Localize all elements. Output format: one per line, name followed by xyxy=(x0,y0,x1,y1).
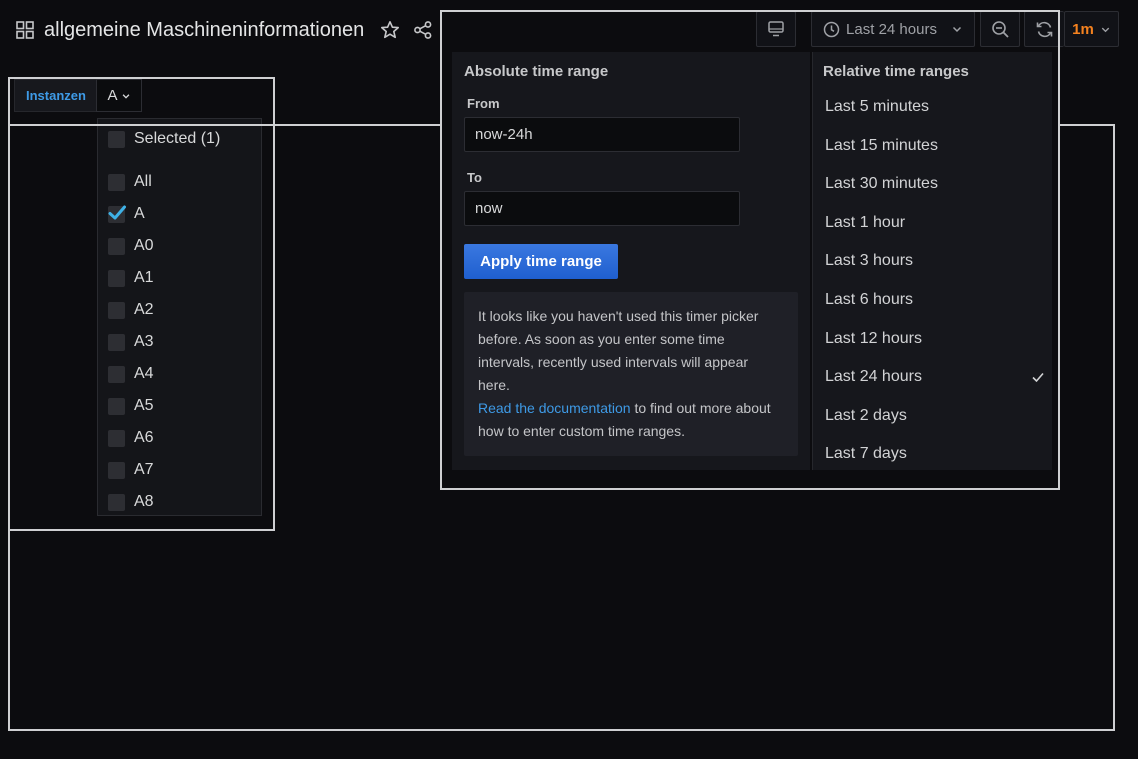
refresh-button[interactable] xyxy=(1024,11,1064,47)
relative-range-label: Last 24 hours xyxy=(825,368,922,386)
checkbox[interactable] xyxy=(108,301,125,319)
relative-range-label: Last 1 hour xyxy=(825,213,906,231)
variable-option-label: A6 xyxy=(134,429,154,446)
variable-option-label: A xyxy=(134,205,145,222)
info-text-line: before. As soon as you enter some time xyxy=(478,331,725,347)
dashboard-header: allgemeine Maschineninformationen xyxy=(16,17,364,43)
relative-range-option[interactable]: Last 24 hours xyxy=(825,365,1045,389)
chevron-down-icon xyxy=(952,26,961,33)
info-text-line: here. xyxy=(478,377,510,393)
variable-option[interactable]: A7 xyxy=(108,458,154,482)
relative-range-option[interactable]: Last 7 days xyxy=(825,442,1045,466)
time-range-button[interactable]: Last 24 hours xyxy=(811,11,975,47)
relative-range-option[interactable]: Last 1 hour xyxy=(825,211,1045,235)
clock-icon xyxy=(823,21,840,37)
variable-option[interactable]: A2 xyxy=(108,298,154,322)
variable-option[interactable]: A1 xyxy=(108,266,154,290)
variable-option[interactable]: A xyxy=(108,202,145,226)
checkbox[interactable] xyxy=(108,205,126,223)
dashboard-title[interactable]: allgemeine Maschineninformationen xyxy=(44,19,364,42)
variable-label: Instanzen xyxy=(14,79,98,112)
selected-count-option[interactable]: Selected (1) xyxy=(108,127,220,151)
panel-outline-top xyxy=(1059,124,1115,126)
to-label: To xyxy=(467,170,482,185)
variable-option[interactable]: A6 xyxy=(108,426,154,450)
variable-option[interactable]: All xyxy=(108,170,152,194)
relative-time-ranges-heading: Relative time ranges xyxy=(823,63,969,80)
refresh-icon xyxy=(1036,21,1053,37)
variable-select[interactable]: A xyxy=(96,79,142,112)
zoom-out-button[interactable] xyxy=(980,11,1020,47)
variable-option-label: A5 xyxy=(134,397,154,414)
relative-range-label: Last 7 days xyxy=(825,445,907,463)
time-range-label: Last 24 hours xyxy=(846,20,937,38)
share-icon[interactable] xyxy=(413,20,433,40)
relative-range-label: Last 12 hours xyxy=(825,329,922,347)
star-icon[interactable] xyxy=(380,20,400,40)
time-picker-info-box: It looks like you haven't used this time… xyxy=(464,292,798,456)
variable-option-label: A1 xyxy=(134,269,154,286)
variable-option-label: A7 xyxy=(134,461,154,478)
variable-option[interactable]: A3 xyxy=(108,330,154,354)
info-text-line: intervals, recently used intervals will … xyxy=(478,354,749,370)
checkbox[interactable] xyxy=(108,365,125,383)
checkbox[interactable] xyxy=(108,429,125,447)
variable-current-value: A xyxy=(107,87,118,104)
variable-option[interactable]: A8 xyxy=(108,490,154,514)
variable-option-label: All xyxy=(134,173,152,190)
variable-option-label: A8 xyxy=(134,493,154,510)
checkbox[interactable] xyxy=(108,237,125,255)
chevron-down-icon xyxy=(122,93,129,99)
zoom-out-icon xyxy=(991,20,1009,38)
relative-range-option[interactable]: Last 30 minutes xyxy=(825,172,1045,196)
tv-icon xyxy=(768,21,784,37)
from-label: From xyxy=(467,96,500,111)
checkbox[interactable] xyxy=(108,173,125,191)
documentation-link[interactable]: Read the documentation xyxy=(478,400,631,416)
variable-option-label: A2 xyxy=(134,301,154,318)
relative-range-option[interactable]: Last 2 days xyxy=(825,404,1045,428)
tv-mode-button[interactable] xyxy=(756,11,796,47)
variable-dropdown: Selected (1) All A A0 A1 A2 A3 A4 A5 A6 A7 A8 xyxy=(97,118,262,516)
variable-option[interactable]: A4 xyxy=(108,362,154,386)
info-text-line: It looks like you haven't used this time… xyxy=(478,308,759,324)
variable-option[interactable]: A5 xyxy=(108,394,154,418)
apply-time-range-button[interactable]: Apply time range xyxy=(464,244,618,279)
checkbox[interactable] xyxy=(108,269,125,287)
checkbox[interactable] xyxy=(108,130,125,148)
variable-option-label: A0 xyxy=(134,237,154,254)
variable-option-label: Selected (1) xyxy=(134,130,221,147)
relative-range-option[interactable]: Last 5 minutes xyxy=(825,95,1045,119)
checkbox[interactable] xyxy=(108,333,125,351)
grid-icon[interactable] xyxy=(16,21,34,39)
info-text-line: how to enter custom time ranges. xyxy=(478,423,685,439)
variable-option[interactable]: A0 xyxy=(108,234,154,258)
relative-range-option[interactable]: Last 3 hours xyxy=(825,249,1045,273)
relative-range-label: Last 30 minutes xyxy=(825,175,938,193)
variable-option-label: A3 xyxy=(134,333,154,350)
relative-range-label: Last 2 days xyxy=(825,406,907,424)
info-text-fragment: to find out more about xyxy=(630,400,771,416)
checkbox[interactable] xyxy=(108,397,125,415)
check-icon xyxy=(1032,373,1044,383)
refresh-interval-picker[interactable]: 1m xyxy=(1064,11,1119,47)
checkbox[interactable] xyxy=(108,493,125,511)
refresh-interval-value: 1m xyxy=(1072,20,1094,38)
from-input[interactable]: now-24h xyxy=(464,117,740,152)
relative-range-label: Last 3 hours xyxy=(825,252,914,270)
relative-range-label: Last 15 minutes xyxy=(825,136,938,154)
checkmark-icon xyxy=(108,205,126,219)
relative-range-option[interactable]: Last 6 hours xyxy=(825,288,1045,312)
variable-option-label: A4 xyxy=(134,365,154,382)
relative-range-label: Last 5 minutes xyxy=(825,98,930,115)
relative-range-option[interactable]: Last 15 minutes xyxy=(825,134,1045,158)
absolute-time-range-heading: Absolute time range xyxy=(464,63,609,80)
relative-time-ranges-panel: Relative time ranges Last 5 minutes Last … xyxy=(812,52,1052,470)
relative-range-label: Last 6 hours xyxy=(825,291,914,308)
to-input[interactable]: now xyxy=(464,191,740,226)
chevron-down-icon xyxy=(1101,27,1110,32)
relative-range-option[interactable]: Last 12 hours xyxy=(825,327,1045,351)
info-text-line: Read the documentation to find out more … xyxy=(478,397,784,420)
checkbox[interactable] xyxy=(108,461,125,479)
